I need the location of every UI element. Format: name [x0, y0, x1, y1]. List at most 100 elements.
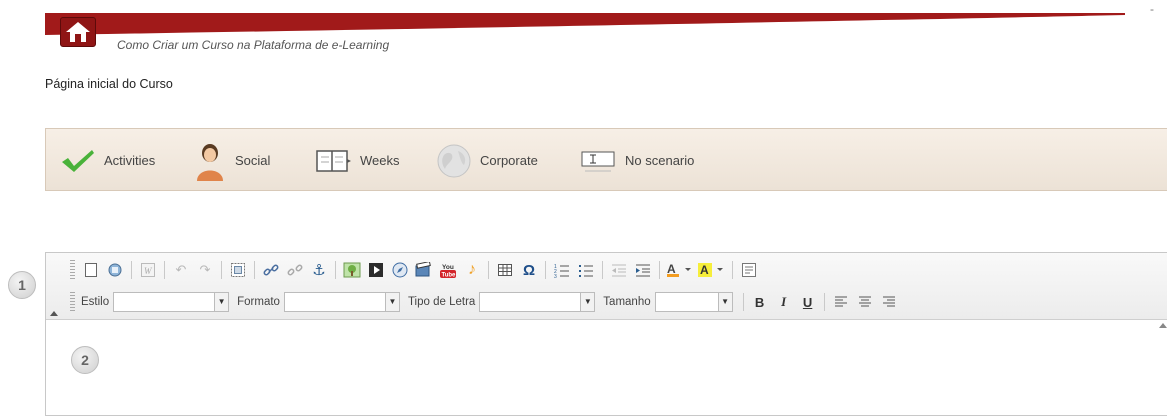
toolbar-separator — [545, 261, 546, 279]
scenario-activities[interactable]: Activities — [60, 129, 155, 192]
text-field-icon — [581, 151, 615, 171]
style-select[interactable]: ▼ — [113, 292, 230, 312]
toolbar-separator — [742, 293, 744, 311]
scenario-label: Social — [235, 153, 271, 168]
toolbar-separator — [335, 261, 336, 279]
underline-button[interactable]: U — [797, 291, 819, 313]
indent-icon — [636, 264, 650, 277]
image-icon — [343, 262, 361, 278]
link-button[interactable] — [260, 259, 282, 281]
link-icon — [263, 264, 279, 276]
toolbar-separator — [602, 261, 603, 279]
globe-icon — [437, 144, 471, 177]
scenario-weeks[interactable]: Weeks — [316, 129, 400, 192]
marker-2: 2 — [71, 346, 99, 374]
table-button[interactable] — [494, 259, 516, 281]
scenario-corporate[interactable]: Corporate — [436, 129, 538, 192]
size-select[interactable]: ▼ — [654, 292, 733, 312]
scenario-label: Weeks — [360, 153, 400, 168]
anchor-button[interactable]: ⚓ — [308, 259, 330, 281]
align-left-icon — [834, 296, 847, 307]
paste-word-icon: W — [141, 263, 155, 277]
youtube-button[interactable]: You Tube — [437, 259, 459, 281]
text-color-icon: A — [667, 262, 691, 277]
editor-content-area[interactable] — [46, 320, 1167, 415]
scenario-social[interactable]: Social — [193, 129, 270, 192]
unlink-icon — [287, 264, 303, 276]
new-page-icon — [85, 263, 97, 277]
style-label: Estilo — [81, 296, 110, 308]
text-color-letter: A — [667, 262, 676, 276]
flash-button[interactable] — [365, 259, 387, 281]
toolbar-row-2: Estilo ▼ Formato ▼ Tipo de Letra ▼ Taman… — [66, 289, 901, 315]
rich-text-editor: W ↶ ↷ ⚓ You Tube ♪ Ω 1 2 3 A A Estilo ▼ … — [45, 252, 1167, 416]
table-icon — [498, 264, 512, 276]
toolbar-separator — [164, 261, 165, 279]
chevron-down-icon: ▼ — [580, 293, 595, 311]
new-page-button[interactable] — [80, 259, 102, 281]
toolbar-separator — [254, 261, 255, 279]
toolbar-grip — [70, 292, 75, 312]
omega-icon: Ω — [522, 261, 536, 279]
text-color-button[interactable]: A — [665, 259, 695, 281]
redo-button[interactable]: ↷ — [194, 259, 216, 281]
toolbar-separator — [823, 293, 825, 311]
align-center-button[interactable] — [854, 291, 876, 313]
numbered-list-button[interactable]: 123 — [551, 259, 573, 281]
media-button[interactable] — [389, 259, 411, 281]
outdent-button[interactable] — [608, 259, 630, 281]
background-color-button[interactable]: A — [697, 259, 727, 281]
editor-toolbar: W ↶ ↷ ⚓ You Tube ♪ Ω 1 2 3 A A Estilo ▼ … — [46, 253, 1167, 320]
bulleted-list-button[interactable] — [575, 259, 597, 281]
align-center-icon — [858, 296, 871, 307]
scenario-label: Activities — [104, 153, 156, 168]
align-right-button[interactable] — [878, 291, 900, 313]
format-select[interactable]: ▼ — [283, 292, 400, 312]
person-icon — [197, 143, 223, 181]
scenario-no-scenario[interactable]: No scenario — [581, 129, 694, 192]
youtube-tube: Tube — [442, 273, 457, 279]
undo-icon: ↶ — [175, 262, 187, 277]
unlink-button[interactable] — [284, 259, 306, 281]
paste-from-word-button[interactable]: W — [137, 259, 159, 281]
special-char-button[interactable]: Ω — [518, 259, 540, 281]
scenario-label: No scenario — [625, 153, 695, 168]
align-left-button[interactable] — [830, 291, 852, 313]
size-label: Tamanho — [603, 296, 651, 308]
template-button[interactable] — [738, 259, 760, 281]
select-all-button[interactable] — [227, 259, 249, 281]
italic-button[interactable]: I — [773, 291, 795, 313]
video-button[interactable] — [413, 259, 435, 281]
indent-button[interactable] — [632, 259, 654, 281]
corner-mark: - — [1150, 2, 1154, 16]
image-button[interactable] — [341, 259, 363, 281]
toolbar-separator — [659, 261, 660, 279]
marker-1: 1 — [8, 271, 36, 299]
chevron-down-icon: ▼ — [717, 293, 732, 311]
undo-button[interactable]: ↶ — [170, 259, 192, 281]
bulleted-list-icon — [579, 265, 593, 277]
youtube-you: You — [442, 264, 454, 271]
home-icon — [66, 22, 90, 42]
anchor-icon: ⚓ — [312, 262, 326, 279]
toolbar-separator — [732, 261, 733, 279]
audio-button[interactable]: ♪ — [461, 259, 483, 281]
preview-button[interactable] — [104, 259, 126, 281]
toolbar-separator — [221, 261, 222, 279]
toolbar-separator — [131, 261, 132, 279]
page-title: Página inicial do Curso — [45, 77, 173, 91]
header-banner — [45, 13, 1125, 35]
template-icon — [742, 263, 756, 277]
font-select[interactable]: ▼ — [479, 292, 596, 312]
select-all-icon — [231, 263, 245, 277]
scenario-bar: Activities Social Weeks Corporate No sce… — [45, 128, 1167, 191]
redo-icon: ↷ — [199, 262, 211, 277]
toolbar-grip — [70, 260, 75, 280]
youtube-icon: You Tube — [440, 264, 457, 279]
toolbar-row-1: W ↶ ↷ ⚓ You Tube ♪ Ω 1 2 3 A A — [66, 257, 761, 283]
bold-button[interactable]: B — [749, 291, 771, 313]
scenario-label: Corporate — [480, 153, 538, 168]
home-button[interactable] — [60, 17, 96, 47]
course-title[interactable]: Como Criar um Curso na Plataforma de e-L… — [117, 38, 389, 52]
toolbar-collapse-icon[interactable] — [50, 311, 58, 316]
